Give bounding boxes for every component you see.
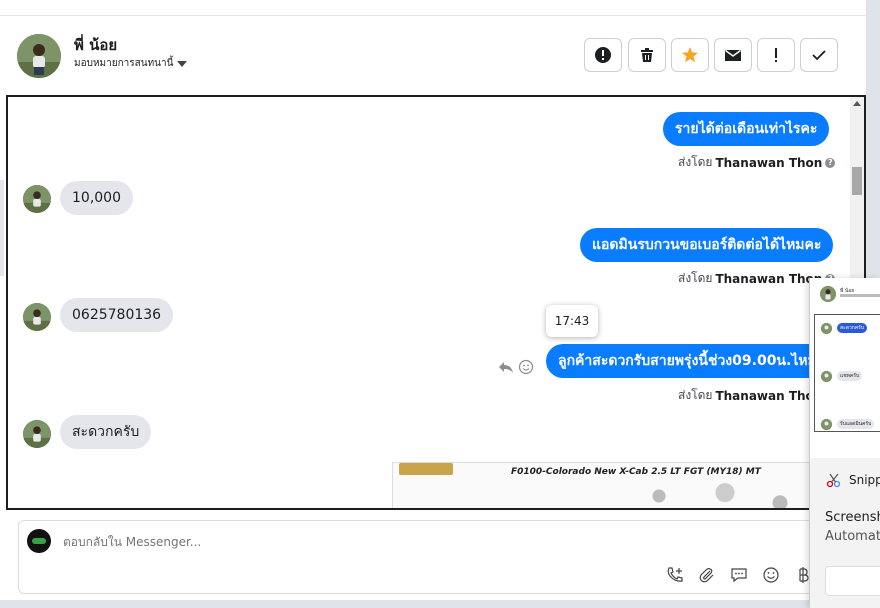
sent-by-prefix: ส่งโดย <box>678 271 713 285</box>
composer-tools <box>665 565 813 585</box>
sender-name[interactable]: Thanawan Thon <box>715 156 822 170</box>
mini-avatar <box>821 323 832 334</box>
quick-reply-button[interactable] <box>729 565 749 585</box>
spam-button[interactable] <box>584 38 622 72</box>
bottom-strip <box>0 600 866 608</box>
react-emoji-icon[interactable] <box>518 359 534 375</box>
done-button[interactable] <box>800 38 838 72</box>
sender-name[interactable]: Thanawan Thon <box>715 272 822 286</box>
sent-by-line: ส่งโดย Thanawan Thon ? <box>678 153 836 172</box>
mini-avatar <box>821 419 832 430</box>
sent-by-prefix: ส่งโดย <box>678 388 713 402</box>
top-strip <box>0 0 866 16</box>
outgoing-message[interactable]: ลูกค้าสะดวกรับสายพรุ่งนี้ช่วง09.00น.ไหมค… <box>546 344 846 378</box>
contact-avatar-small[interactable] <box>23 420 51 448</box>
person-photo-icon <box>821 371 832 382</box>
mini-subtitle <box>840 294 880 297</box>
trash-icon <box>641 48 653 62</box>
notification-body: Automat <box>825 529 880 544</box>
mini-avatar <box>821 371 832 382</box>
snipping-tool-icon <box>826 473 841 488</box>
paperclip-icon <box>699 568 714 583</box>
check-icon <box>812 50 826 61</box>
snipping-tool-notification[interactable]: Snipp Screensh Automat <box>810 458 880 608</box>
conversation-header: พี่ น้อย มอบหมายการสนทนานี้ <box>0 16 866 94</box>
attachment-title: F0100-Colorado New X-Cab 2.5 LT FGT (MY1… <box>511 467 761 477</box>
person-photo-icon <box>17 34 61 78</box>
contact-name: พี่ น้อย <box>74 36 118 54</box>
message-actions <box>498 359 534 375</box>
envelope-icon <box>725 49 741 61</box>
emoji-button[interactable] <box>761 565 781 585</box>
mark-unread-button[interactable] <box>714 38 752 72</box>
scroll-up-icon[interactable] <box>853 101 861 106</box>
mini-thread-preview: สะดวกครับ แชทครับ รับแอดมินครับ <box>814 314 880 432</box>
phone-plus-button[interactable] <box>665 565 685 585</box>
mini-header: พี่ น้อย <box>810 278 880 306</box>
notification-action-button[interactable] <box>825 566 880 596</box>
incoming-message[interactable]: สะดวกครับ <box>60 415 152 449</box>
reply-composer <box>18 520 818 594</box>
outgoing-message[interactable]: รายได้ต่อเดือนเท่าไรคะ <box>663 112 830 146</box>
paint-splash-graphic <box>593 479 813 508</box>
exclamation-circle-icon <box>595 47 611 63</box>
contact-avatar[interactable] <box>17 34 61 78</box>
emoji-icon <box>763 567 779 583</box>
caret-down-icon <box>177 60 188 67</box>
reply-input[interactable] <box>63 535 563 549</box>
follow-up-button[interactable] <box>757 38 795 72</box>
star-icon <box>682 47 698 63</box>
notification-heading: Screensh <box>825 510 880 525</box>
person-photo-icon <box>821 323 832 334</box>
contact-avatar-small[interactable] <box>23 303 51 331</box>
quick-reply-icon <box>731 568 747 583</box>
sent-by-line: ส่งโดย Thanawan Thon <box>678 386 822 405</box>
sent-by-prefix: ส่งโดย <box>678 155 713 169</box>
messenger-inbox-window: พี่ น้อย มอบหมายการสนทนานี้ รายได้ต่อเดื… <box>0 0 880 608</box>
info-icon[interactable]: ? <box>825 157 836 168</box>
assign-conversation-dropdown[interactable]: มอบหมายการสนทนานี้ <box>74 56 188 71</box>
person-photo-icon <box>23 420 51 448</box>
contact-avatar-small[interactable] <box>23 185 51 213</box>
timestamp-tooltip: 17:43 <box>546 305 598 337</box>
incoming-message[interactable]: 0625780136 <box>60 298 174 332</box>
page-avatar <box>27 529 51 553</box>
star-button[interactable] <box>671 38 709 72</box>
phone-plus-icon <box>667 567 683 582</box>
attach-button[interactable] <box>697 565 717 585</box>
image-attachment[interactable]: F0100-Colorado New X-Cab 2.5 LT FGT (MY1… <box>392 462 822 508</box>
snipping-tool-title: Snipp <box>849 473 880 487</box>
person-photo-icon <box>23 303 51 331</box>
person-photo-icon <box>821 419 832 430</box>
assign-label: มอบหมายการสนทนานี้ <box>74 58 174 69</box>
mini-bubble: รับแอดมินครับ <box>837 419 875 429</box>
exclamation-icon <box>775 48 777 62</box>
sender-name[interactable]: Thanawan Thon <box>715 389 822 403</box>
message-thread[interactable]: รายได้ต่อเดือนเท่าไรคะ ส่งโดย Thanawan T… <box>6 95 866 510</box>
mini-bubble: แชทครับ <box>837 371 863 381</box>
mini-bubble-selected: สะดวกครับ <box>837 323 868 333</box>
person-photo-icon <box>23 185 51 213</box>
reply-icon[interactable] <box>498 359 514 375</box>
dealer-logo <box>399 463 453 475</box>
incoming-message[interactable]: 10,000 <box>60 181 133 215</box>
mini-avatar <box>820 286 836 302</box>
delete-button[interactable] <box>628 38 666 72</box>
scrollbar-thumb[interactable] <box>852 167 862 195</box>
outgoing-message[interactable]: แอดมินรบกวนขอเบอร์ติดต่อได้ไหมคะ <box>580 228 834 262</box>
screenshot-overlay: พี่ น้อย สะดวกครับ แชทครับ รับแอดมินครับ… <box>809 278 880 608</box>
left-edge <box>0 180 4 276</box>
person-photo-icon <box>820 286 836 302</box>
